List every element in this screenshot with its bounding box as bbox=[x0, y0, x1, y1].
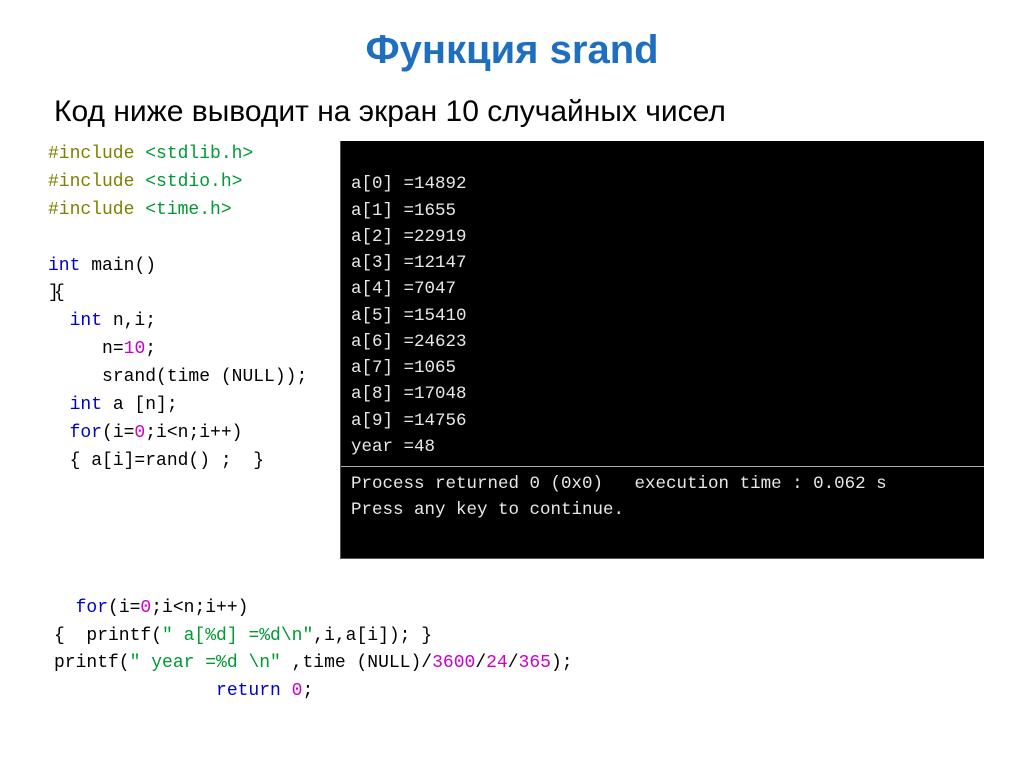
console-line: a[6] =24623 bbox=[351, 332, 467, 352]
for-part: (i= bbox=[102, 423, 134, 443]
code-pane: #include <stdlib.h> #include <stdio.h> #… bbox=[40, 141, 340, 476]
console-line: a[8] =17048 bbox=[351, 384, 467, 404]
fn-name: main bbox=[91, 256, 134, 276]
for-part: ;i<n;i++) bbox=[151, 598, 248, 618]
for-part: (i= bbox=[108, 598, 140, 618]
keyword-for: for bbox=[70, 423, 102, 443]
console-divider bbox=[341, 466, 984, 467]
string: " a[%d] =%d\n" bbox=[162, 626, 313, 646]
include-kw: #include bbox=[48, 172, 145, 192]
number: 3600 bbox=[432, 653, 475, 673]
array-decl: a [n]; bbox=[113, 395, 178, 415]
keyword-return: return bbox=[216, 681, 292, 701]
console-output: a[0] =14892 a[1] =1655 a[2] =22919 a[3] … bbox=[340, 141, 984, 559]
brace: { bbox=[54, 283, 65, 303]
console-line: a[2] =22919 bbox=[351, 227, 467, 247]
op: / bbox=[508, 653, 519, 673]
keyword-int: int bbox=[48, 256, 91, 276]
include-arg: <stdio.h> bbox=[145, 172, 242, 192]
include-kw: #include bbox=[48, 200, 145, 220]
for-part: ;i<n;i++) bbox=[145, 423, 242, 443]
console-line: a[4] =7047 bbox=[351, 279, 456, 299]
number: 365 bbox=[519, 653, 551, 673]
console-line: a[7] =1065 bbox=[351, 358, 456, 378]
assign: n= bbox=[102, 339, 124, 359]
number: 0 bbox=[292, 681, 303, 701]
number: 0 bbox=[134, 339, 145, 359]
console-line: a[3] =12147 bbox=[351, 253, 467, 273]
number: 24 bbox=[486, 653, 508, 673]
console-line: a[5] =15410 bbox=[351, 306, 467, 326]
number: 0 bbox=[140, 598, 151, 618]
console-status: Process returned 0 (0x0) execution time … bbox=[351, 474, 887, 494]
printf-open: { printf( bbox=[54, 626, 162, 646]
console-line: year =48 bbox=[351, 437, 435, 457]
paren: () bbox=[134, 256, 156, 276]
semi: ); bbox=[551, 653, 573, 673]
printf-open: printf( bbox=[54, 653, 130, 673]
slide-subtitle: Код ниже выводит на экран 10 случайных ч… bbox=[54, 95, 984, 129]
console-line: a[9] =14756 bbox=[351, 411, 467, 431]
include-arg: <stdlib.h> bbox=[145, 144, 253, 164]
content-row: #include <stdlib.h> #include <stdio.h> #… bbox=[40, 141, 984, 559]
console-line: a[0] =14892 bbox=[351, 174, 467, 194]
semi: ; bbox=[302, 681, 313, 701]
number: 1 bbox=[124, 339, 135, 359]
slide-title: Функция srand bbox=[40, 28, 984, 73]
op: / bbox=[475, 653, 486, 673]
printf-rest: ,time (NULL)/ bbox=[281, 653, 432, 673]
code-pane-lower: for(i=0;i<n;i++) { printf(" a[%d] =%d\n"… bbox=[40, 567, 984, 706]
include-arg: <time.h> bbox=[145, 200, 231, 220]
keyword-int: int bbox=[70, 395, 113, 415]
console-line: a[1] =1655 bbox=[351, 201, 456, 221]
printf-rest: ,i,a[i]); } bbox=[313, 626, 432, 646]
srand-call: srand(time (NULL)); bbox=[102, 367, 307, 387]
include-kw: #include bbox=[48, 144, 145, 164]
number: 0 bbox=[134, 423, 145, 443]
decl: n,i; bbox=[113, 311, 156, 331]
console-prompt: Press any key to continue. bbox=[351, 500, 624, 520]
string: " year =%d \n" bbox=[130, 653, 281, 673]
semi: ; bbox=[145, 339, 156, 359]
keyword-int: int bbox=[70, 311, 113, 331]
keyword-for: for bbox=[76, 598, 108, 618]
for-body: { a[i]=rand() ; } bbox=[70, 451, 264, 471]
